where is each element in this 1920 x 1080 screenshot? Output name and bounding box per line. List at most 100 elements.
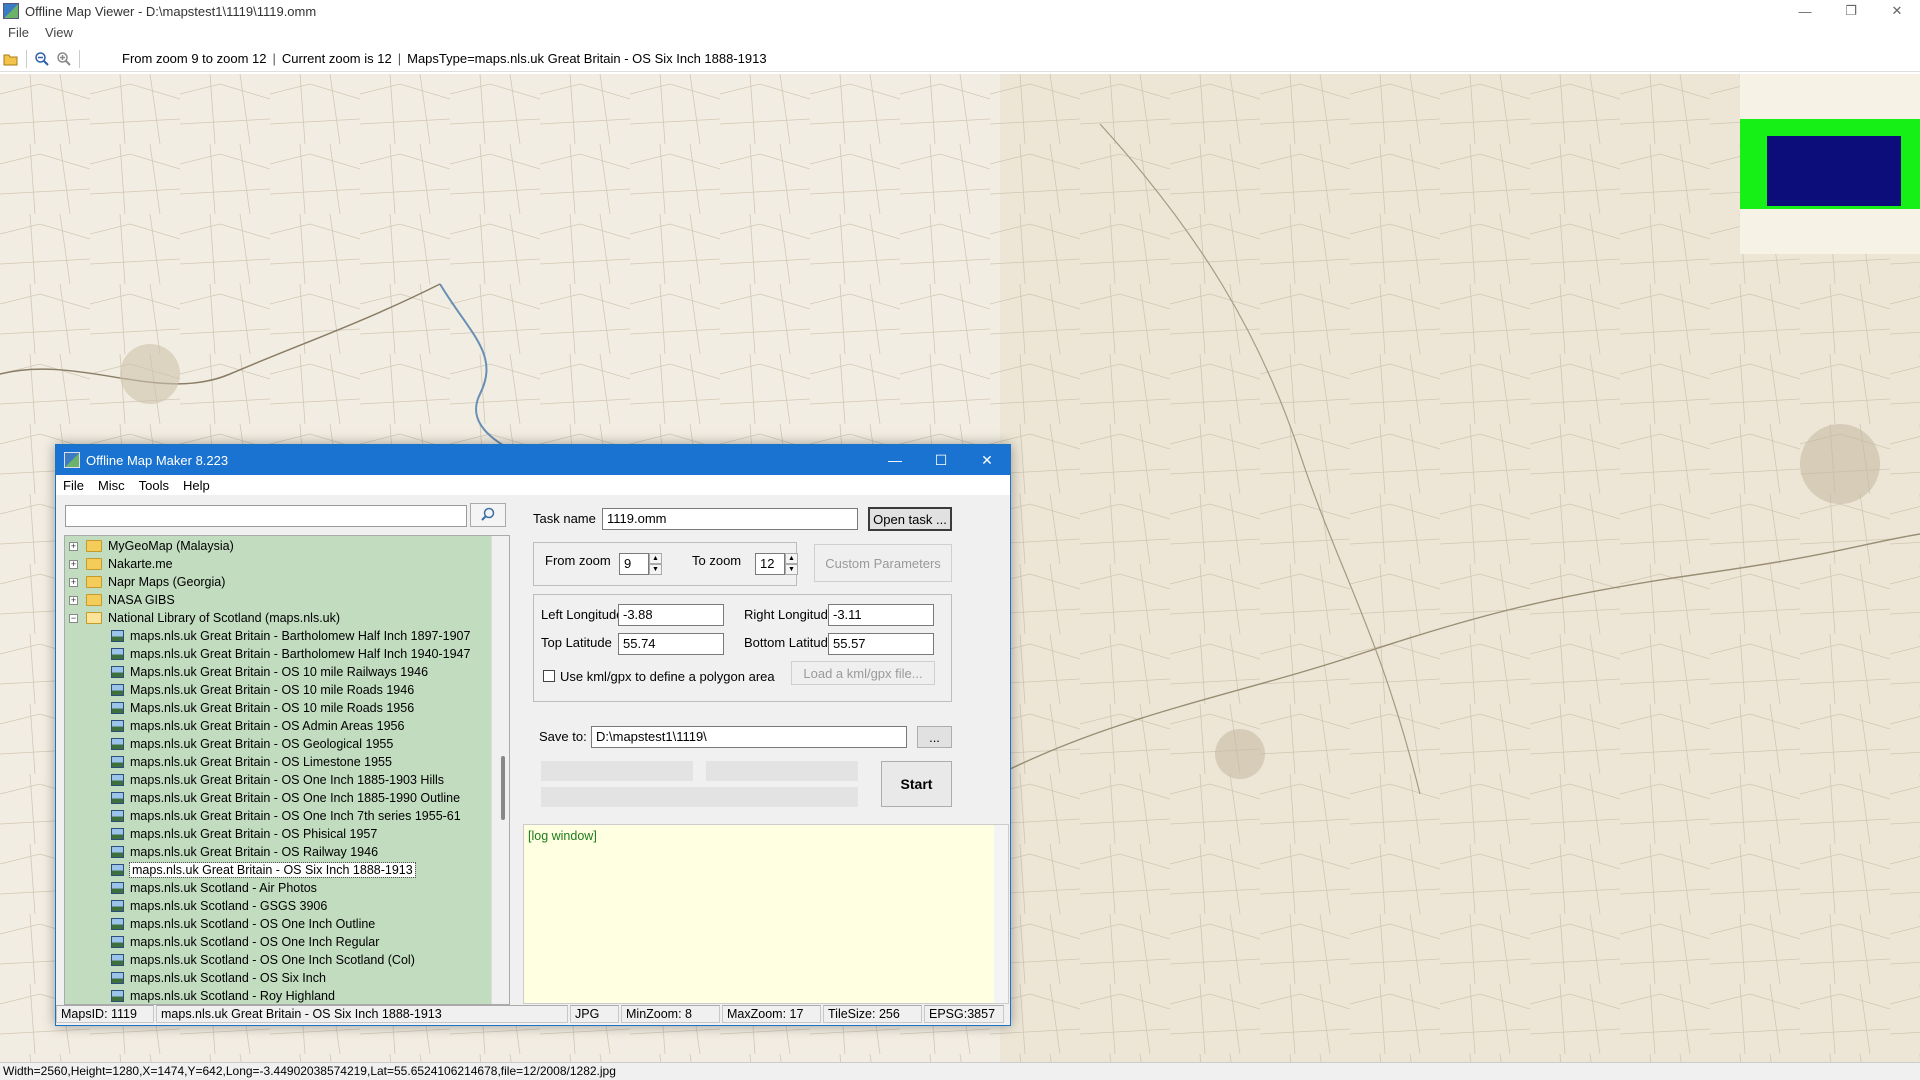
collapse-icon[interactable]: − [69, 613, 78, 623]
expand-icon[interactable]: + [69, 595, 78, 605]
minimize-button[interactable]: — [1782, 0, 1828, 22]
to-zoom-spinner[interactable]: ▲ ▼ [785, 553, 798, 575]
tree-map-item[interactable]: maps.nls.uk Scotland - OS One Inch Scotl… [111, 951, 415, 969]
dialog-menubar: File Misc Tools Help [56, 475, 1010, 495]
dialog-menu-help[interactable]: Help [176, 478, 217, 493]
folder-icon [86, 576, 102, 588]
tree-scrollbar[interactable] [491, 536, 509, 1004]
search-button[interactable] [470, 503, 506, 527]
tree-map-item[interactable]: maps.nls.uk Great Britain - OS Limestone… [111, 753, 392, 771]
toolbar-separator [26, 49, 27, 68]
zoom-out-icon[interactable] [31, 48, 53, 70]
map-source-tree[interactable]: + MyGeoMap (Malaysia) + Nakarte.me + Napr Map… [64, 535, 510, 1005]
open-folder-icon[interactable] [0, 48, 22, 70]
custom-parameters-button[interactable]: Custom Parameters [814, 544, 952, 582]
task-name-input[interactable]: 1119.omm [602, 508, 858, 530]
zoom-in-icon[interactable] [53, 48, 75, 70]
tree-item-label: maps.nls.uk Scotland - Roy Highland [130, 989, 335, 1003]
top-latitude-label: Top Latitude [541, 635, 612, 650]
dialog-minimize-button[interactable]: — [872, 445, 918, 475]
tree-folder-label: NASA GIBS [108, 593, 175, 607]
open-task-button[interactable]: Open task ... [868, 507, 952, 531]
tree-map-item[interactable]: maps.nls.uk Scotland - Air Photos [111, 879, 317, 897]
tree-folder[interactable]: + MyGeoMap (Malaysia) [69, 537, 234, 555]
dialog-menu-misc[interactable]: Misc [91, 478, 132, 493]
log-text: [log window] [528, 829, 597, 843]
tree-folder[interactable]: − National Library of Scotland (maps.nls.… [69, 609, 340, 627]
tree-folder[interactable]: + Nakarte.me [69, 555, 173, 573]
tree-map-item[interactable]: maps.nls.uk Great Britain - Bartholomew … [111, 627, 470, 645]
left-longitude-input[interactable]: -3.88 [618, 604, 724, 626]
dialog-menu-file[interactable]: File [56, 478, 91, 493]
menu-file[interactable]: File [0, 25, 37, 40]
tree-folder[interactable]: + NASA GIBS [69, 591, 175, 609]
restore-button[interactable]: ❐ [1828, 0, 1874, 22]
current-zoom-text: Current zoom is 12 [281, 51, 392, 66]
from-zoom-spinner[interactable]: ▲ ▼ [649, 553, 662, 575]
tree-map-item[interactable]: maps.nls.uk Scotland - OS Six Inch [111, 969, 326, 987]
tree-map-item[interactable]: Maps.nls.uk Great Britain - OS 10 mile R… [111, 699, 414, 717]
close-button[interactable]: ✕ [1874, 0, 1920, 22]
dialog-app-icon [64, 452, 80, 468]
maps-type-text: MapsType=maps.nls.uk Great Britain - OS … [407, 51, 767, 66]
minimap-viewport[interactable] [1767, 136, 1901, 206]
tree-item-label: maps.nls.uk Great Britain - Bartholomew … [130, 647, 471, 661]
tree-map-item[interactable]: Maps.nls.uk Great Britain - OS 10 mile R… [111, 663, 428, 681]
tree-map-item[interactable]: maps.nls.uk Great Britain - OS One Inch … [111, 771, 444, 789]
load-kml-button[interactable]: Load a kml/gpx file... [791, 661, 935, 685]
tree-folder-label: National Library of Scotland (maps.nls.u… [108, 611, 341, 625]
status-maps-id: MapsID: 1119 [56, 1005, 154, 1023]
tree-item-label: Maps.nls.uk Great Britain - OS 10 mile R… [130, 701, 415, 715]
tree-item-label: maps.nls.uk Great Britain - Bartholomew … [130, 629, 471, 643]
tree-map-item[interactable]: maps.nls.uk Scotland - OS One Inch Regul… [111, 933, 379, 951]
use-kml-checkbox[interactable] [543, 670, 555, 682]
save-path-input[interactable]: D:\mapstest1\1119\ [591, 726, 907, 748]
bottom-latitude-input[interactable]: 55.57 [828, 633, 934, 655]
top-latitude-input[interactable]: 55.74 [618, 633, 724, 655]
expand-icon[interactable]: + [69, 577, 78, 587]
search-input[interactable] [65, 505, 467, 527]
tree-map-item[interactable]: maps.nls.uk Great Britain - Bartholomew … [111, 645, 470, 663]
tree-map-item[interactable]: maps.nls.uk Great Britain - OS One Inch … [111, 807, 461, 825]
tree-map-item[interactable]: Maps.nls.uk Great Britain - OS 10 mile R… [111, 681, 414, 699]
progress-bar-1 [541, 761, 693, 781]
to-zoom-input[interactable]: 12 [755, 553, 785, 575]
map-icon [111, 990, 124, 1002]
tree-map-item[interactable]: maps.nls.uk Scotland - Roy Highland [111, 987, 335, 1004]
tree-map-item[interactable]: maps.nls.uk Great Britain - OS Geologica… [111, 735, 393, 753]
tree-map-item[interactable]: maps.nls.uk Great Britain - OS Phisical … [111, 825, 377, 843]
menu-view[interactable]: View [37, 25, 81, 40]
tree-item-label: maps.nls.uk Scotland - OS One Inch Regul… [130, 935, 380, 949]
log-window[interactable]: [log window] [523, 824, 1009, 1004]
dialog-close-button[interactable]: ✕ [964, 445, 1010, 475]
cursor-info-text: Width=2560,Height=1280,X=1474,Y=642,Long… [3, 1064, 616, 1078]
start-button[interactable]: Start [881, 761, 952, 807]
expand-icon[interactable]: + [69, 559, 78, 569]
tree-map-item[interactable]: maps.nls.uk Great Britain - OS One Inch … [111, 789, 460, 807]
tree-map-item[interactable]: maps.nls.uk Scotland - OS One Inch Outli… [111, 915, 375, 933]
tree-map-item[interactable]: maps.nls.uk Great Britain - OS Railway 1… [111, 843, 378, 861]
browse-button[interactable]: ... [917, 726, 952, 748]
toolbar-separator [79, 49, 80, 68]
tree-scroll-thumb[interactable] [501, 756, 505, 820]
tree-folder[interactable]: + Napr Maps (Georgia) [69, 573, 225, 591]
overview-minimap[interactable] [1740, 74, 1920, 254]
expand-icon[interactable]: + [69, 541, 78, 551]
from-zoom-input[interactable]: 9 [619, 553, 649, 575]
map-icon [111, 828, 124, 840]
tree-folder-label: Napr Maps (Georgia) [108, 575, 226, 589]
dialog-maximize-button[interactable]: ☐ [918, 445, 964, 475]
log-scrollbar[interactable] [994, 825, 1008, 1003]
right-longitude-input[interactable]: -3.11 [828, 604, 934, 626]
dialog-menu-tools[interactable]: Tools [132, 478, 176, 493]
status-epsg: EPSG:3857 [924, 1005, 1004, 1023]
tree-item-label: maps.nls.uk Great Britain - OS Phisical … [130, 827, 378, 841]
tree-map-item[interactable]: maps.nls.uk Scotland - GSGS 3906 [111, 897, 327, 915]
tree-item-label: maps.nls.uk Scotland - OS One Inch Scotl… [130, 953, 415, 967]
tree-map-item[interactable]: maps.nls.uk Great Britain - OS Admin Are… [111, 717, 404, 735]
status-min-zoom: MinZoom: 8 [621, 1005, 720, 1023]
map-icon [111, 702, 124, 714]
tree-map-item[interactable]: maps.nls.uk Great Britain - OS Six Inch … [111, 861, 416, 879]
map-icon [111, 720, 124, 732]
tree-item-label: Maps.nls.uk Great Britain - OS 10 mile R… [130, 665, 429, 679]
